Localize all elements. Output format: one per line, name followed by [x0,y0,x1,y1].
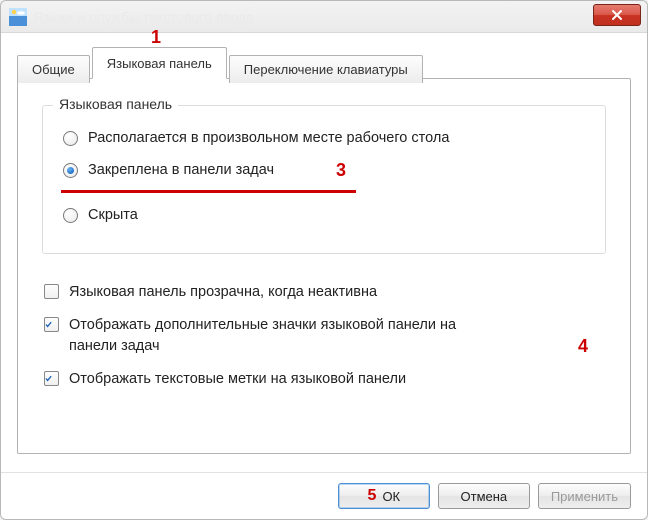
button-label: Отмена [461,489,508,504]
apply-button[interactable]: Применить [538,483,631,509]
radio-icon [63,131,78,146]
checkbox-label: Отображать дополнительные значки языково… [69,315,499,357]
button-label: Применить [551,489,618,504]
check-text-labels[interactable]: Отображать текстовые метки на языковой п… [42,363,606,396]
checkbox-icon [44,284,59,299]
check-extra-icons[interactable]: Отображать дополнительные значки языково… [42,309,606,363]
close-button[interactable] [593,4,641,26]
annotation-underline [61,190,356,193]
radio-icon [63,208,78,223]
checkbox-label: Отображать текстовые метки на языковой п… [69,369,406,390]
app-icon [9,8,27,26]
annotation-5: 5 [368,487,377,505]
dialog-buttons: 5 ОК Отмена Применить [1,472,647,509]
ok-button[interactable]: 5 ОК [338,483,430,509]
window-title: Языки и службы текстового ввода [33,9,593,25]
radio-docked[interactable]: Закреплена в панели задач 3 [61,154,587,186]
checkbox-label: Языковая панель прозрачна, когда неактив… [69,282,377,303]
tab-key-switch[interactable]: Переключение клавиатуры [229,55,423,83]
tab-strip: Общие Языковая панель Переключение клави… [17,45,631,79]
radio-hidden[interactable]: Скрыта [61,199,587,231]
titlebar: Языки и службы текстового ввода [1,1,647,33]
client-area: 1 Общие Языковая панель Переключение кла… [1,33,647,519]
language-bar-group: Языковая панель Располагается в произвол… [42,105,606,254]
radio-label: Скрыта [88,207,138,223]
check-transparent[interactable]: Языковая панель прозрачна, когда неактив… [42,276,606,309]
checkbox-icon [44,371,59,386]
radio-label: Располагается в произвольном месте рабоч… [88,130,449,146]
button-label: ОК [382,489,400,504]
radio-label: Закреплена в панели задач [88,162,274,178]
radio-icon [63,163,78,178]
close-icon [611,9,623,21]
checkbox-icon [44,317,59,332]
dialog-window: Языки и службы текстового ввода 1 Общие … [0,0,648,520]
cancel-button[interactable]: Отмена [438,483,530,509]
annotation-3: 3 [336,160,346,181]
group-legend: Языковая панель [53,96,178,112]
radio-floating[interactable]: Располагается в произвольном месте рабоч… [61,122,587,154]
tab-panel: Языковая панель Располагается в произвол… [17,78,631,454]
tab-general[interactable]: Общие [17,55,90,83]
annotation-4: 4 [578,333,588,359]
tab-language-bar[interactable]: Языковая панель [92,47,227,79]
